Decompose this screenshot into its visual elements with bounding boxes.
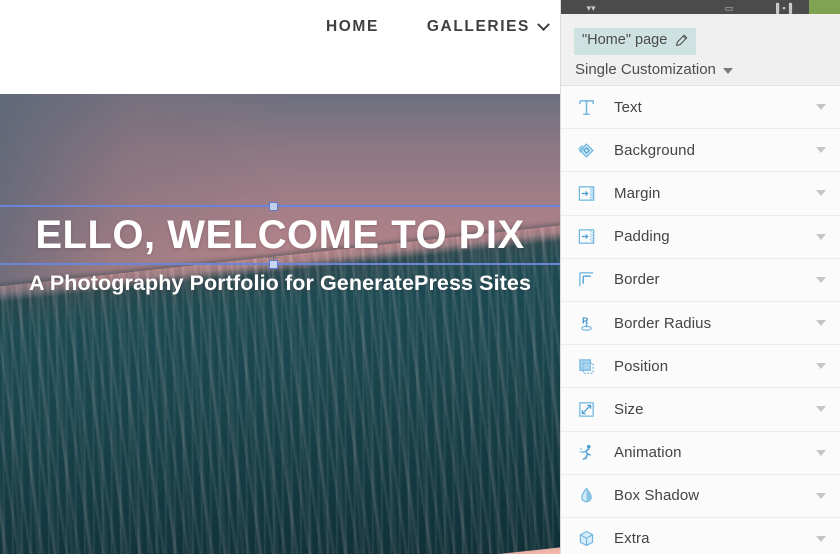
- box-shadow-icon: [575, 485, 597, 507]
- option-row-border-radius[interactable]: R Border Radius: [561, 301, 840, 346]
- nav-item-galleries[interactable]: GALLERIES: [426, 17, 550, 36]
- text-icon: [575, 96, 597, 118]
- nav-item-label: GALLERIES: [426, 18, 530, 35]
- hero-title[interactable]: ELLO, WELCOME TO PIX: [0, 207, 560, 263]
- chevron-down-icon[interactable]: [816, 406, 826, 413]
- option-label: Border: [614, 271, 660, 289]
- option-row-size[interactable]: Size: [561, 388, 840, 432]
- option-label: Box Shadow: [614, 487, 700, 505]
- size-icon: [575, 398, 597, 420]
- border-radius-icon: R: [575, 312, 597, 334]
- chevron-down-icon[interactable]: [816, 363, 826, 370]
- border-icon: [575, 269, 597, 291]
- chevron-down-icon: [722, 68, 733, 74]
- customizer-sidebar[interactable]: ▾▾ ▭ ▌▪▐ "Home" page Single Customizatio…: [560, 0, 840, 554]
- option-label: Margin: [614, 184, 661, 202]
- margin-icon: [575, 182, 597, 204]
- toolbar-segment-1[interactable]: ▾▾: [561, 0, 621, 14]
- site-preview-pane[interactable]: HOME GALLERIES o h1 ELLO, WELCOME TO PI: [0, 0, 560, 554]
- option-row-background[interactable]: Background: [561, 129, 840, 173]
- option-label: Size: [614, 400, 644, 418]
- chevron-down-icon[interactable]: [816, 320, 826, 327]
- option-row-border[interactable]: Border: [561, 258, 840, 302]
- option-row-position[interactable]: Position: [561, 345, 840, 389]
- chevron-down-icon[interactable]: [816, 492, 826, 499]
- option-label: Background: [614, 141, 696, 159]
- chevron-down-icon[interactable]: [816, 276, 826, 283]
- hero-section[interactable]: o h1 ELLO, WELCOME TO PIX A Photography …: [0, 94, 560, 554]
- panel-header: "Home" page Single Customization: [561, 14, 840, 86]
- chevron-down-icon: [537, 17, 550, 31]
- mobile-view-icon: ▌▪▐: [776, 3, 792, 13]
- option-label: Extra: [614, 530, 650, 548]
- customization-scope-select[interactable]: Single Customization: [575, 61, 733, 78]
- chevron-down-icon[interactable]: [816, 233, 826, 240]
- publish-button[interactable]: [809, 0, 840, 14]
- chevron-down-icon[interactable]: [816, 535, 826, 542]
- padding-icon: [575, 226, 597, 248]
- hero-subtitle[interactable]: A Photography Portfolio for GeneratePres…: [0, 268, 560, 298]
- toolbar-segment-4[interactable]: ▌▪▐: [759, 0, 809, 14]
- option-label: Padding: [614, 228, 670, 246]
- option-row-animation[interactable]: Animation: [561, 431, 840, 475]
- chevron-down-icon[interactable]: [816, 104, 826, 111]
- current-page-chip[interactable]: "Home" page: [574, 28, 697, 55]
- customization-options-list[interactable]: Text Background Margin Padding Border R …: [561, 86, 840, 554]
- position-icon: [575, 355, 597, 377]
- option-row-margin[interactable]: Margin: [561, 172, 840, 216]
- customization-scope-label: Single Customization: [575, 61, 716, 78]
- site-main-navigation: HOME GALLERIES: [326, 17, 550, 36]
- option-label: Border Radius: [614, 314, 712, 332]
- option-row-box-shadow[interactable]: Box Shadow: [561, 474, 840, 518]
- nav-item-home[interactable]: HOME: [326, 18, 379, 36]
- option-label: Position: [614, 357, 669, 375]
- desktop-view-icon: ▭: [724, 3, 734, 13]
- collapse-arrows-icon: ▾▾: [586, 3, 596, 13]
- chevron-down-icon[interactable]: [816, 147, 826, 154]
- toolbar-segment-3[interactable]: ▭: [699, 0, 759, 14]
- option-label: Text: [614, 98, 642, 116]
- current-page-label: "Home" page: [582, 32, 668, 48]
- chevron-down-icon[interactable]: [816, 449, 826, 456]
- option-label: Animation: [614, 444, 682, 462]
- nav-item-label: HOME: [325, 18, 379, 35]
- site-header: HOME GALLERIES: [0, 0, 560, 94]
- chevron-down-icon[interactable]: [816, 190, 826, 197]
- editor-toolbar[interactable]: ▾▾ ▭ ▌▪▐: [561, 0, 840, 14]
- option-row-padding[interactable]: Padding: [561, 215, 840, 259]
- toolbar-segment-2[interactable]: [621, 0, 699, 14]
- svg-text:R: R: [582, 315, 588, 325]
- option-row-extra[interactable]: Extra: [561, 517, 840, 554]
- option-row-text[interactable]: Text: [561, 86, 840, 130]
- pencil-icon[interactable]: [675, 34, 688, 47]
- extra-icon: [575, 528, 597, 550]
- animation-icon: [575, 442, 597, 464]
- background-icon: [575, 139, 597, 161]
